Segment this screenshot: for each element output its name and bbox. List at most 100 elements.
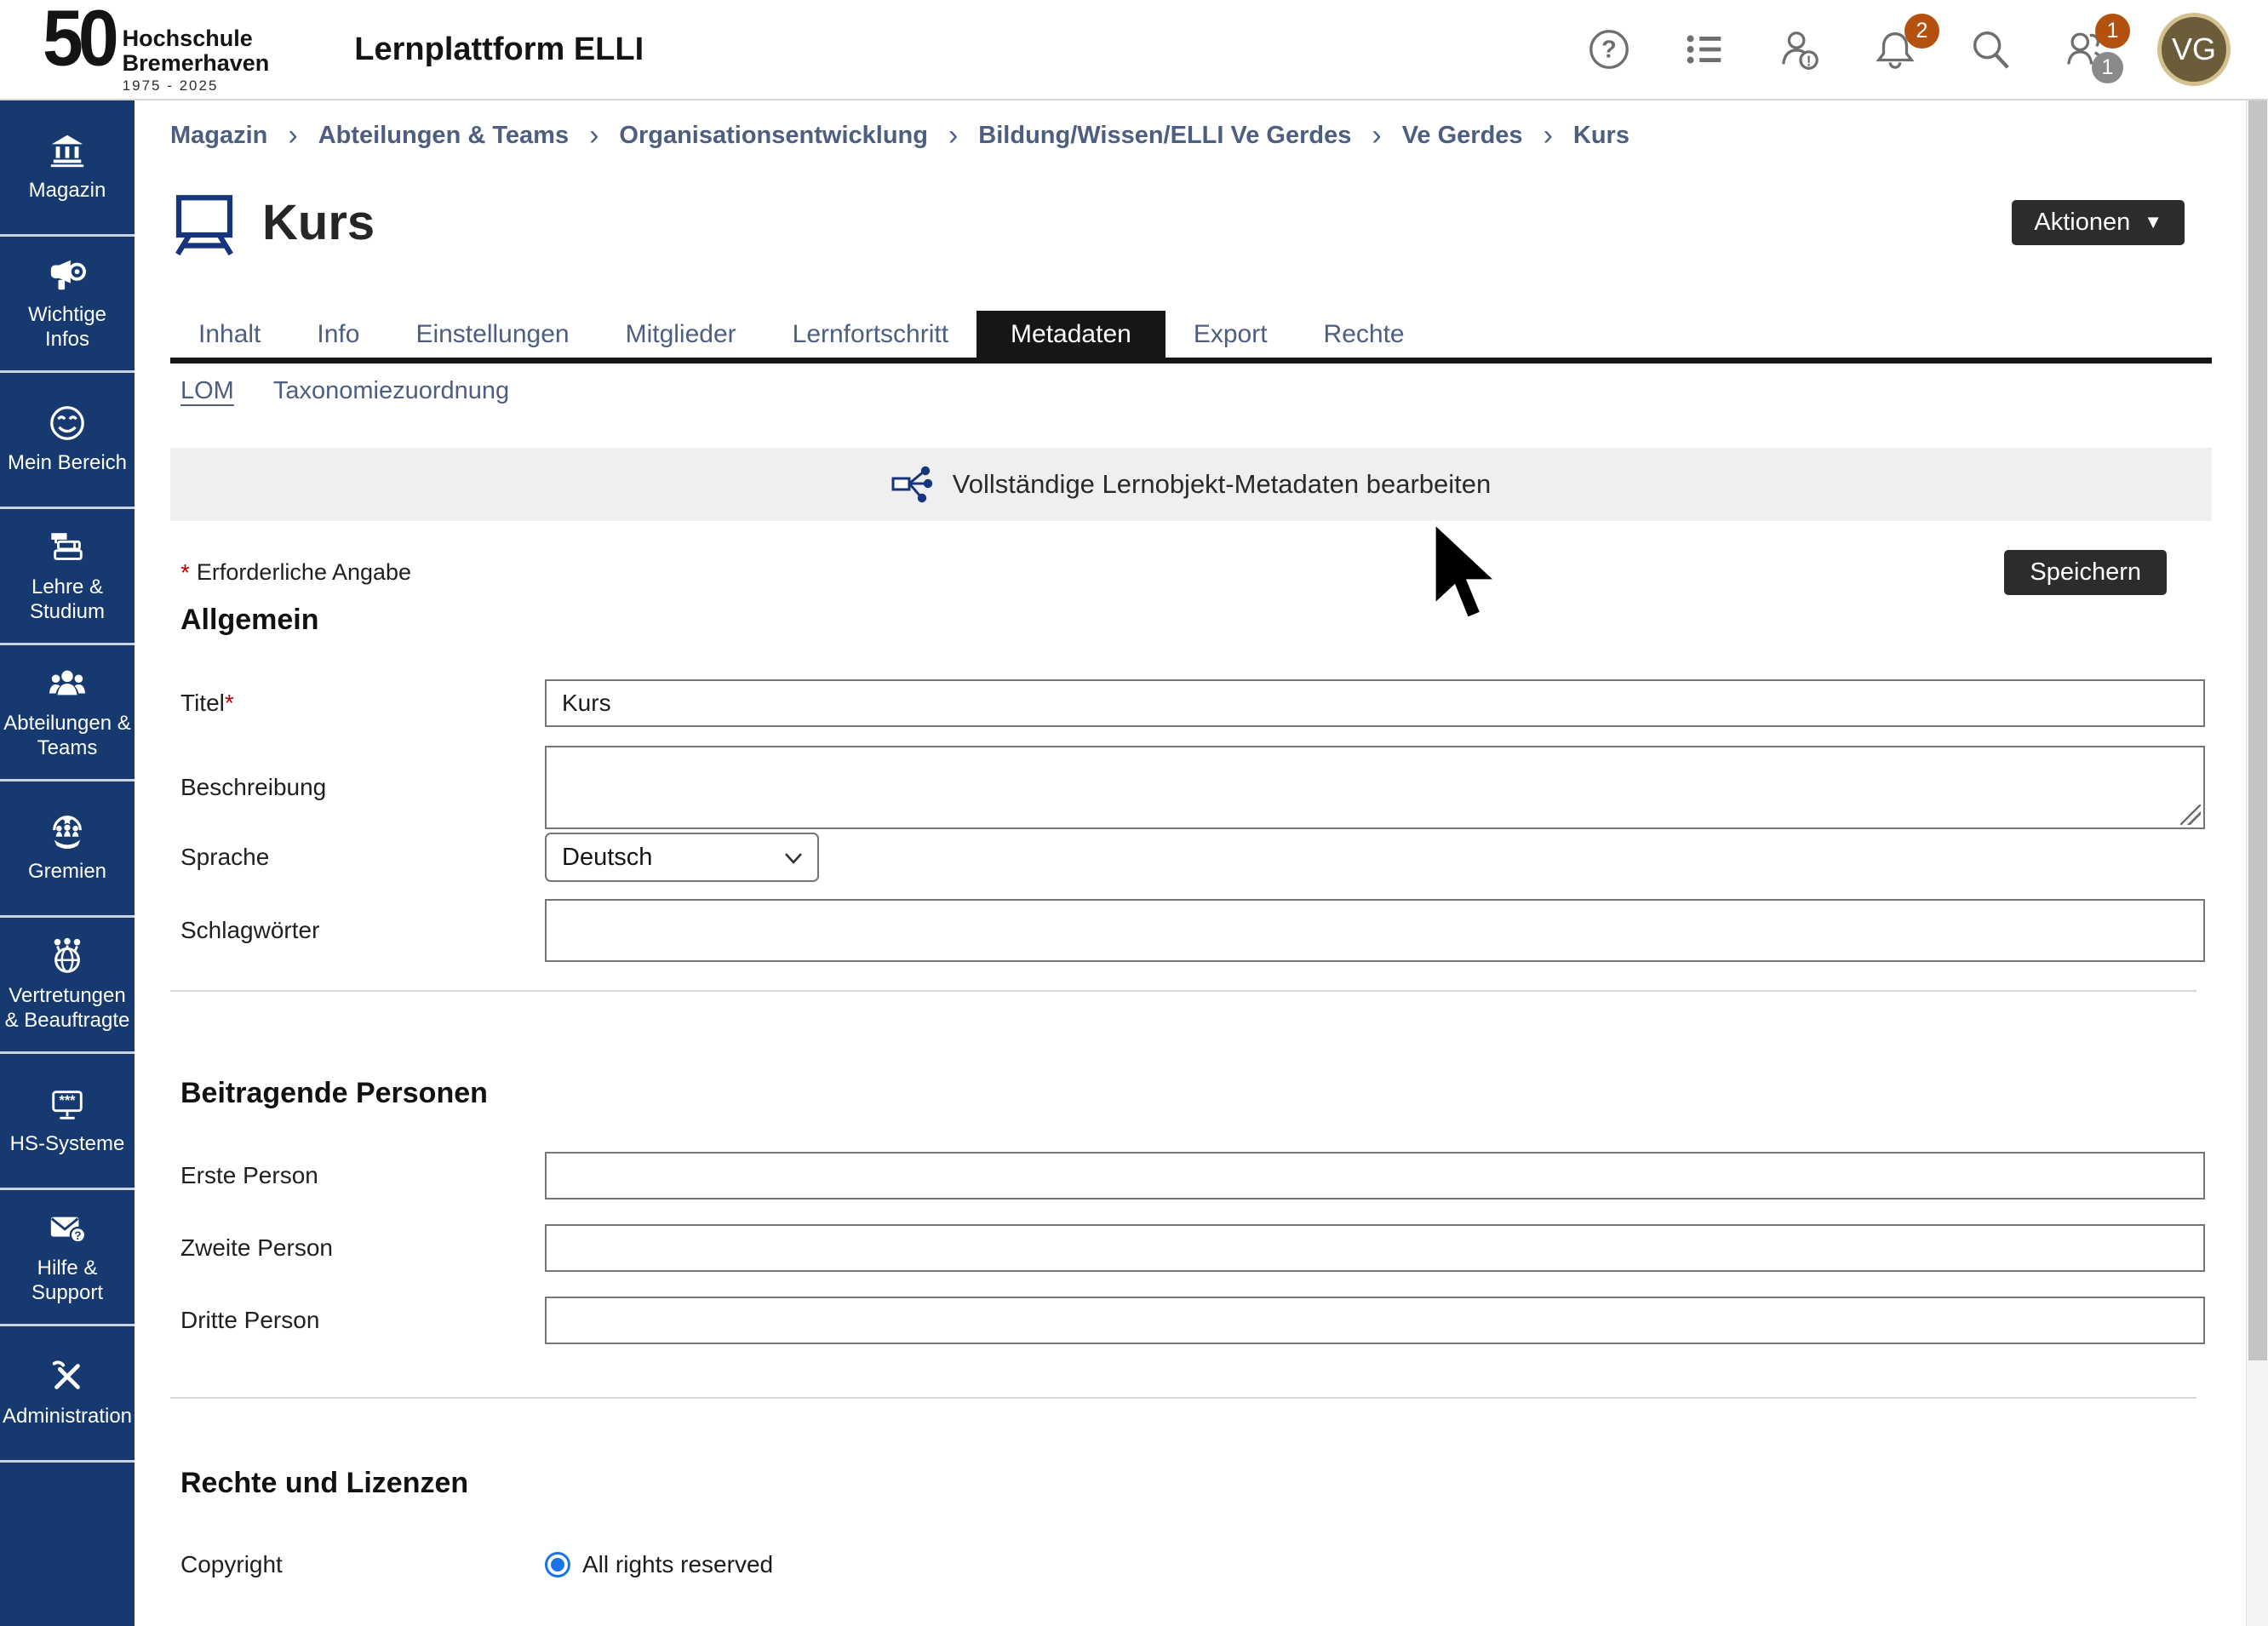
breadcrumb-item[interactable]: Magazin	[170, 122, 267, 150]
edit-full-metadata-banner[interactable]: Vollständige Lernobjekt-Metadaten bearbe…	[170, 448, 2212, 521]
notifications-icon[interactable]: 2	[1871, 26, 1919, 73]
committee-icon	[48, 812, 87, 851]
vertical-scrollbar	[2246, 100, 2268, 1626]
tab-rechte[interactable]: Rechte	[1296, 311, 1433, 358]
mail-question-icon: ?	[48, 1209, 87, 1248]
breadcrumb-item[interactable]: Kurs	[1573, 122, 1629, 150]
search-icon[interactable]	[1967, 26, 2014, 73]
logo-institution-line2: Bremerhaven	[123, 51, 270, 75]
tab-info[interactable]: Info	[289, 311, 387, 358]
tab-einstellungen[interactable]: Einstellungen	[387, 311, 597, 358]
titel-input[interactable]	[545, 679, 2205, 727]
logo-anniversary: 1975 - 2025	[123, 77, 270, 94]
people-icon	[48, 664, 87, 703]
svg-text:?: ?	[1601, 37, 1617, 64]
copyright-radio-selected[interactable]	[545, 1552, 570, 1577]
breadcrumb: Magazin › Abteilungen & Teams › Organisa…	[170, 100, 2212, 152]
sidebar-item-gremien[interactable]: Gremien	[0, 782, 135, 918]
sidebar-item-mein-bereich[interactable]: Mein Bereich	[0, 373, 135, 509]
sidebar-item-hs-systeme[interactable]: *** HS-Systeme	[0, 1054, 135, 1190]
bank-icon	[48, 131, 87, 170]
beschreibung-textarea[interactable]	[545, 746, 2205, 829]
chevron-right-icon: ›	[1372, 119, 1381, 152]
logo-50: 50	[43, 2, 114, 77]
beschreibung-label: Beschreibung	[180, 774, 545, 801]
university-logo[interactable]: 50 Hochschule Bremerhaven 1975 - 2025	[43, 4, 269, 94]
required-asterisk: *	[180, 559, 190, 587]
zweite-person-input[interactable]	[545, 1224, 2205, 1272]
globe-people-icon	[48, 936, 87, 976]
scrollbar-thumb[interactable]	[2248, 100, 2267, 1360]
tools-icon	[48, 1357, 87, 1396]
section-heading-allgemein: Allgemein	[170, 604, 2212, 637]
breadcrumb-item[interactable]: Organisationsentwicklung	[619, 122, 928, 150]
tab-metadaten[interactable]: Metadaten	[976, 311, 1166, 358]
sidebar-item-magazin[interactable]: Magazin	[0, 100, 135, 237]
page-title: Kurs	[262, 194, 375, 251]
sidebar-item-wichtige-infos[interactable]: Wichtige Infos	[0, 237, 135, 373]
sidebar-item-lehre-studium[interactable]: Lehre & Studium	[0, 509, 135, 645]
user-avatar[interactable]: VG	[2157, 13, 2231, 86]
breadcrumb-item[interactable]: Ve Gerdes	[1402, 122, 1523, 150]
tab-lernfortschritt[interactable]: Lernfortschritt	[765, 311, 976, 358]
sprache-select[interactable]: Deutsch	[545, 833, 819, 882]
required-note: Erforderliche Angabe	[197, 559, 411, 586]
save-button[interactable]: Speichern	[2004, 550, 2167, 595]
erste-person-label: Erste Person	[180, 1162, 545, 1189]
schlagwoerter-input[interactable]	[545, 899, 2205, 962]
page-root: 50 Hochschule Bremerhaven 1975 - 2025 Le…	[0, 0, 2268, 1626]
section-divider	[170, 990, 2196, 992]
breadcrumb-item[interactable]: Abteilungen & Teams	[318, 122, 569, 150]
erste-person-input[interactable]	[545, 1152, 2205, 1199]
sidebar-item-vertretungen[interactable]: Vertretungen & Beauftragte	[0, 918, 135, 1054]
sprache-label: Sprache	[180, 844, 545, 871]
dritte-person-label: Dritte Person	[180, 1307, 545, 1334]
sidebar-item-hilfe-support[interactable]: ? Hilfe & Support	[0, 1190, 135, 1326]
list-icon[interactable]	[1681, 26, 1728, 73]
banner-label: Vollständige Lernobjekt-Metadaten bearbe…	[953, 469, 1492, 500]
tab-export[interactable]: Export	[1166, 311, 1296, 358]
caret-down-icon: ▼	[2144, 211, 2162, 233]
svg-text:!: !	[1807, 52, 1812, 69]
workflow-share-icon	[891, 464, 932, 505]
contacts-badge-top: 1	[2095, 14, 2130, 49]
chevron-right-icon: ›	[1544, 119, 1553, 152]
tab-mitglieder[interactable]: Mitglieder	[598, 311, 765, 358]
subtab-bar: LOM Taxonomiezuordnung	[180, 377, 2212, 405]
subtab-lom[interactable]: LOM	[180, 377, 234, 405]
chevron-right-icon: ›	[288, 119, 297, 152]
required-asterisk: *	[225, 690, 234, 716]
contacts-badge-bottom: 1	[2092, 52, 2123, 83]
section-heading-beitragende: Beitragende Personen	[170, 1077, 2212, 1110]
top-header: 50 Hochschule Bremerhaven 1975 - 2025 Le…	[0, 0, 2268, 100]
megaphone-icon	[48, 255, 87, 295]
subtab-taxonomiezuordnung[interactable]: Taxonomiezuordnung	[273, 377, 509, 405]
main-content: Magazin › Abteilungen & Teams › Organisa…	[135, 100, 2248, 1626]
logo-institution-line1: Hochschule	[123, 26, 270, 50]
contacts-icon[interactable]: 1 1	[2062, 26, 2110, 73]
sidebar-item-abteilungen-teams[interactable]: Abteilungen & Teams	[0, 645, 135, 782]
help-icon[interactable]: ?	[1585, 26, 1633, 73]
section-heading-rechte: Rechte und Lizenzen	[170, 1467, 2212, 1500]
main-sidebar: Magazin Wichtige Infos Mein Bereich Lehr…	[0, 100, 135, 1626]
notifications-badge: 2	[1904, 14, 1939, 49]
smiley-icon	[48, 404, 87, 443]
svg-text:***: ***	[59, 1093, 76, 1108]
course-easel-icon	[170, 188, 238, 256]
actions-button[interactable]: Aktionen ▼	[2012, 200, 2185, 245]
section-divider	[170, 1397, 2196, 1399]
monitor-icon: ***	[48, 1085, 87, 1124]
breadcrumb-item[interactable]: Bildung/Wissen/ELLI Ve Gerdes	[978, 122, 1351, 150]
sidebar-item-administration[interactable]: Administration	[0, 1326, 135, 1463]
tab-inhalt[interactable]: Inhalt	[170, 311, 289, 358]
dritte-person-input[interactable]	[545, 1297, 2205, 1344]
svg-text:?: ?	[74, 1229, 81, 1242]
zweite-person-label: Zweite Person	[180, 1234, 545, 1262]
titel-label: Titel*	[180, 690, 545, 717]
books-icon	[48, 528, 87, 567]
app-title: Lernplattform ELLI	[354, 31, 644, 68]
tab-bar: Inhalt Info Einstellungen Mitglieder Ler…	[170, 311, 2212, 364]
chevron-down-icon	[783, 850, 804, 866]
online-status-icon[interactable]: !	[1776, 26, 1824, 73]
chevron-right-icon: ›	[948, 119, 958, 152]
